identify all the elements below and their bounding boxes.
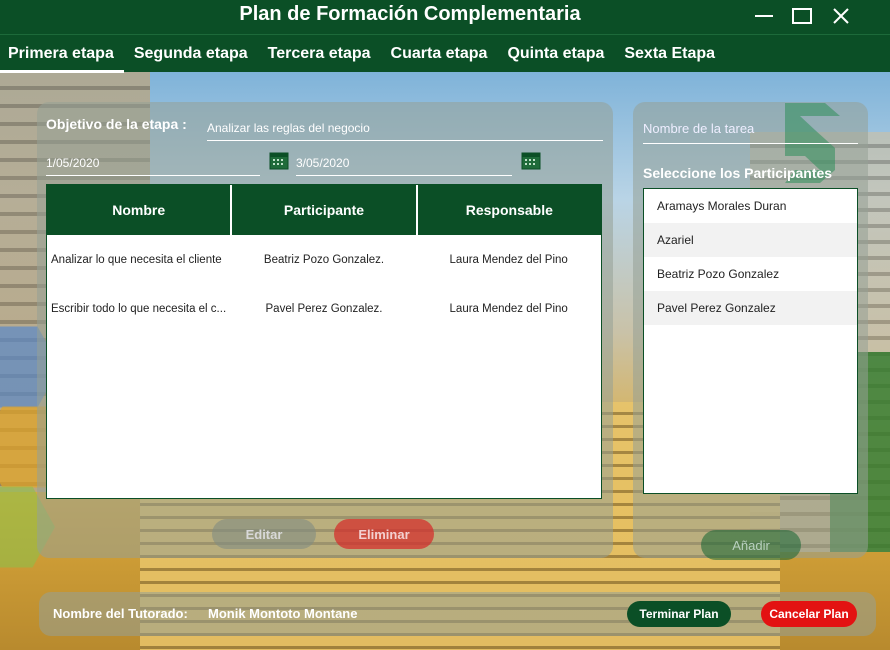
- tab-primera-etapa[interactable]: Primera etapa: [0, 35, 124, 73]
- tab-segunda-etapa[interactable]: Segunda etapa: [124, 35, 258, 73]
- close-icon[interactable]: [830, 5, 852, 27]
- cell-nombre: Escribir todo lo que necesita el c...: [51, 302, 227, 315]
- table-row[interactable]: Analizar lo que necesita el cliente Beat…: [47, 235, 601, 284]
- column-header-responsable[interactable]: Responsable: [418, 185, 601, 235]
- tab-cuarta-etapa[interactable]: Cuarta etapa: [381, 35, 498, 73]
- title-bar: Plan de Formación Complementaria: [0, 0, 890, 32]
- window-title: Plan de Formación Complementaria: [239, 3, 581, 25]
- participants-list: Aramays Morales Duran Azariel Beatriz Po…: [643, 188, 858, 494]
- delete-button[interactable]: Eliminar: [334, 519, 434, 549]
- task-name-input[interactable]: [643, 118, 858, 144]
- tab-sexta-etapa[interactable]: Sexta Etapa: [614, 35, 725, 73]
- cell-participante: Beatriz Pozo Gonzalez.: [263, 253, 385, 266]
- stage-tabs: Primera etapa Segunda etapa Tercera etap…: [0, 34, 890, 73]
- table-row[interactable]: Escribir todo lo que necesita el c... Pa…: [47, 284, 601, 333]
- objective-input[interactable]: [207, 119, 603, 141]
- list-item[interactable]: Beatriz Pozo Gonzalez: [644, 257, 857, 291]
- stage-panel: Objetivo de la etapa : Nombre Participan…: [37, 102, 613, 558]
- calendar-icon[interactable]: [521, 150, 541, 170]
- add-button[interactable]: Añadir: [701, 530, 801, 560]
- tab-quinta-etapa[interactable]: Quinta etapa: [497, 35, 614, 73]
- task-panel: Seleccione los Participantes Aramays Mor…: [633, 102, 868, 560]
- tutored-label: Nombre del Tutorado:: [53, 606, 188, 621]
- end-date-input[interactable]: [296, 154, 512, 176]
- column-header-nombre[interactable]: Nombre: [47, 185, 233, 235]
- cell-responsable: Laura Mendez del Pino: [449, 302, 568, 315]
- minimize-icon[interactable]: [753, 5, 775, 27]
- cancel-plan-button[interactable]: Cancelar Plan: [761, 601, 857, 627]
- tab-tercera-etapa[interactable]: Tercera etapa: [258, 35, 381, 73]
- start-date-input[interactable]: [46, 154, 260, 176]
- column-header-participante[interactable]: Participante: [232, 185, 418, 235]
- calendar-icon[interactable]: [269, 150, 289, 170]
- table-header: Nombre Participante Responsable: [47, 185, 601, 235]
- finish-plan-button[interactable]: Terminar Plan: [627, 601, 731, 627]
- tasks-table: Nombre Participante Responsable Analizar…: [46, 184, 602, 499]
- participants-label: Seleccione los Participantes: [643, 165, 833, 181]
- tutored-name: Monik Montoto Montane: [208, 606, 358, 621]
- footer-bar: Nombre del Tutorado: Monik Montoto Monta…: [39, 592, 876, 636]
- cell-nombre: Analizar lo que necesita el cliente: [51, 253, 222, 266]
- edit-button[interactable]: Editar: [212, 519, 316, 549]
- cell-participante: Pavel Perez Gonzalez.: [265, 302, 383, 315]
- list-item[interactable]: Azariel: [644, 223, 857, 257]
- list-item[interactable]: Pavel Perez Gonzalez: [644, 291, 857, 325]
- list-item[interactable]: Aramays Morales Duran: [644, 189, 857, 223]
- cell-responsable: Laura Mendez del Pino: [449, 253, 568, 266]
- maximize-icon[interactable]: [791, 5, 813, 27]
- objective-label: Objetivo de la etapa :: [46, 116, 187, 132]
